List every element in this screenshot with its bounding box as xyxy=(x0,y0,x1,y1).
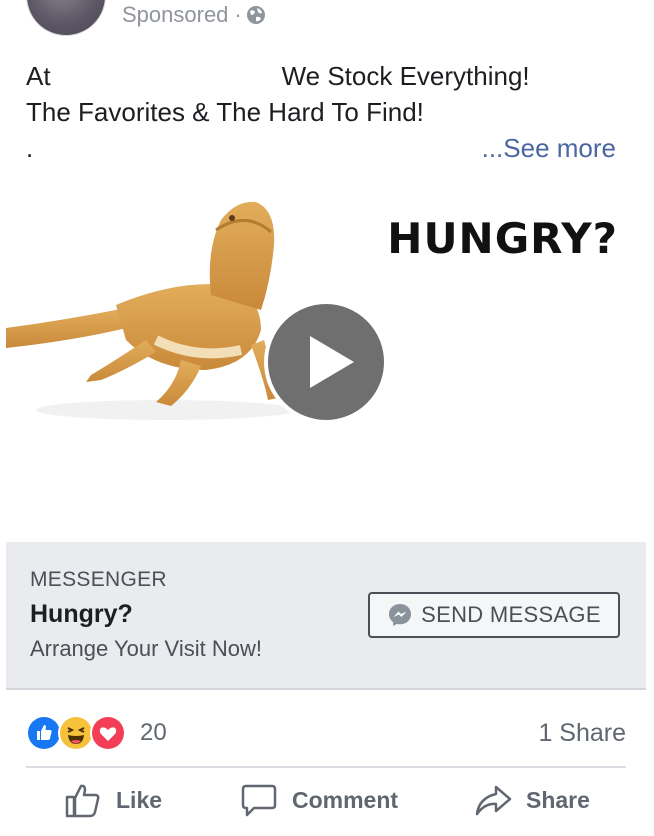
post-text-line-3: . xyxy=(26,133,34,163)
hungry-headline: HUNGRY? xyxy=(387,214,618,263)
sponsored-label: Sponsored xyxy=(122,2,229,27)
play-icon[interactable] xyxy=(262,298,390,426)
video-media[interactable]: HUNGRY? xyxy=(6,170,646,542)
call-to-action-bar: MESSENGER Hungry? Arrange Your Visit Now… xyxy=(6,542,646,690)
cta-subtitle: Arrange Your Visit Now! xyxy=(30,636,262,661)
see-more-link[interactable]: ...See more xyxy=(482,132,616,164)
comment-button[interactable]: Comment xyxy=(240,780,398,820)
share-count[interactable]: 1 Share xyxy=(538,716,626,750)
haha-reaction-icon xyxy=(58,715,94,751)
cta-source-label: MESSENGER xyxy=(30,568,167,591)
page-avatar[interactable] xyxy=(26,0,106,36)
action-divider xyxy=(26,766,626,768)
sponsored-post: Sponsored · At We Stock Everything! The F… xyxy=(0,0,654,836)
love-reaction-icon xyxy=(90,715,126,751)
separator-dot: · xyxy=(234,2,242,27)
share-button[interactable]: Share xyxy=(474,780,590,820)
comment-label: Comment xyxy=(292,786,399,813)
comment-bubble-icon xyxy=(241,784,277,817)
reactions-summary[interactable]: 20 xyxy=(26,715,167,751)
reaction-count[interactable]: 20 xyxy=(140,719,167,747)
thumbs-up-icon xyxy=(65,784,100,818)
cta-title[interactable]: Hungry? xyxy=(30,600,133,629)
globe-icon[interactable] xyxy=(246,5,266,25)
send-message-button[interactable]: SEND MESSAGE xyxy=(368,592,620,638)
post-text-line-1: At We Stock Everything! xyxy=(26,60,530,92)
sponsored-line: Sponsored · xyxy=(122,2,266,28)
send-message-label: SEND MESSAGE xyxy=(421,602,601,627)
like-reaction-icon xyxy=(26,715,62,751)
messenger-icon xyxy=(387,602,413,628)
post-text-start: At xyxy=(26,61,51,91)
share-label: Share xyxy=(526,786,590,813)
like-label: Like xyxy=(116,786,163,813)
share-arrow-icon xyxy=(475,785,512,816)
post-text-end: We Stock Everything! xyxy=(281,61,530,91)
like-button[interactable]: Like xyxy=(64,780,162,820)
post-text-line-2: The Favorites & The Hard To Find! xyxy=(26,97,424,127)
